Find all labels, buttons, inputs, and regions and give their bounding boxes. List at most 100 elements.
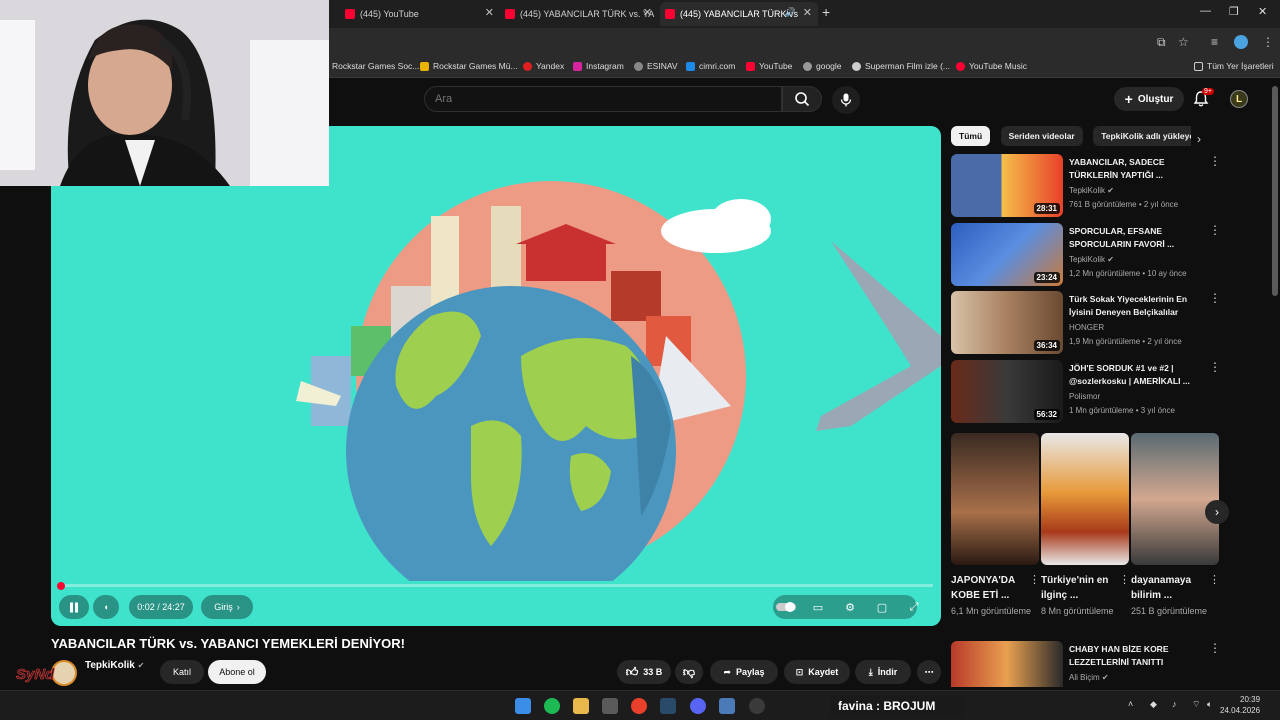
recommendation-item[interactable]: 56:32 JÖH'E SORDUK #1 ve #2 | @sozlerkos… <box>951 360 1226 424</box>
join-button[interactable]: Katıl <box>160 660 204 684</box>
recommendation-item[interactable]: 23:24 SPORCULAR, EFSANE SPORCULARIN FAVO… <box>951 223 1226 287</box>
progress-handle[interactable] <box>57 582 65 590</box>
browser-tab-youtube[interactable]: (445) YouTube ✕ <box>340 2 500 26</box>
short-title[interactable]: JAPONYA'DA KOBE ETİ ... <box>951 573 1029 603</box>
profile-icon[interactable] <box>1234 35 1248 49</box>
theater-mode-icon[interactable]: ▢ <box>871 596 893 618</box>
short-item[interactable]: Türkiye'nin en ilginç ... 8 Mn görüntüle… <box>1041 433 1130 618</box>
channel-avatar[interactable] <box>51 660 77 686</box>
recommendation-item[interactable]: 36:34 Türk Sokak Yiyeceklerinin En İyisi… <box>951 291 1226 355</box>
speaker-tray-icon[interactable]: 🔈︎ <box>1207 699 1212 710</box>
close-tab-icon[interactable]: ✕ <box>643 6 652 19</box>
channel-name[interactable]: Polismor <box>1069 392 1100 401</box>
bookmark-item[interactable]: Instagram <box>573 61 624 71</box>
speaker-icon[interactable]: 🔊 <box>785 7 796 18</box>
steam-icon[interactable] <box>660 698 676 714</box>
search-input[interactable] <box>425 87 781 111</box>
subscribe-button[interactable]: Abone ol <box>208 660 266 684</box>
page-scrollbar[interactable] <box>1272 86 1278 296</box>
close-window-icon[interactable]: ✕ <box>1258 5 1267 18</box>
video-title[interactable]: YABANCILAR, SADECE TÜRKLERİN YAPTIĞI ... <box>1069 156 1197 182</box>
chrome-icon[interactable] <box>631 698 647 714</box>
like-button[interactable]: 👍︎ 33 B <box>617 660 671 684</box>
bookmark-item[interactable]: Superman Film izle (... <box>852 61 950 71</box>
recommendation-item[interactable]: CHABY HAN BİZE KORE LEZZETLERİNİ TANITTI… <box>951 641 1226 687</box>
download-button[interactable]: ⤓ İndir <box>855 660 911 684</box>
bookmark-item[interactable]: YouTube Music <box>956 61 1027 71</box>
chevron-up-icon[interactable]: ˄ <box>1128 699 1133 709</box>
bookmark-item[interactable]: YouTube <box>746 61 792 71</box>
close-tab-icon[interactable]: ✕ <box>485 6 494 19</box>
video-title[interactable]: Türk Sokak Yiyeceklerinin En İyisini Den… <box>1069 293 1197 319</box>
video-thumbnail[interactable]: 36:34 <box>951 291 1063 354</box>
fullscreen-icon[interactable]: ⤢ <box>903 596 925 618</box>
all-bookmarks[interactable]: Tüm Yer İşaretleri <box>1194 61 1274 71</box>
new-tab-icon[interactable]: + <box>822 4 830 20</box>
account-avatar[interactable]: L <box>1230 90 1248 108</box>
chip-series[interactable]: Seriden videolar <box>1000 126 1083 146</box>
recommendation-item[interactable]: 28:31 YABANCILAR, SADECE TÜRKLERİN YAPTI… <box>951 154 1226 218</box>
star-icon[interactable]: ☆ <box>1178 35 1189 49</box>
more-vertical-icon[interactable]: ⋮ <box>1119 573 1130 586</box>
settings-gear-icon[interactable]: ⚙ <box>839 596 861 618</box>
chip-uploader[interactable]: TepkiKolik adlı yükleyen <box>1093 126 1191 146</box>
network-icon[interactable]: ◆ <box>1150 699 1157 710</box>
video-title[interactable]: JÖH'E SORDUK #1 ve #2 | @sozlerkosku | A… <box>1069 362 1197 388</box>
mic-tray-icon[interactable]: ♪ <box>1172 699 1177 709</box>
save-button[interactable]: ⊡ Kaydet <box>784 660 850 684</box>
queue-icon[interactable]: ≡ <box>1211 35 1218 49</box>
more-vertical-icon[interactable]: ⋮ <box>1209 154 1221 168</box>
bookmark-item[interactable]: cimri.com <box>686 61 735 71</box>
bookmark-item[interactable]: google <box>803 61 842 71</box>
more-vertical-icon[interactable]: ⋮ <box>1209 360 1221 374</box>
video-player[interactable]: ◖ 0:02 / 24:27 Giriş › ▭ ⚙ ▢ ⤢ <box>51 126 941 626</box>
channel-name[interactable]: Ali Biçim ✔ <box>1069 673 1109 682</box>
more-vertical-icon[interactable]: ⋮ <box>1029 573 1040 586</box>
menu-icon[interactable]: ⋮ <box>1262 35 1274 49</box>
voice-search-button[interactable] <box>832 86 860 114</box>
bookmark-item[interactable]: Rockstar Games Mü... <box>420 61 518 71</box>
channel-name[interactable]: TepkiKolik ✔ <box>1069 186 1114 195</box>
chevron-right-icon[interactable]: › <box>1197 132 1201 146</box>
share-button[interactable]: ➦ Paylaş <box>710 660 778 684</box>
bookmark-item[interactable]: ESINAV <box>634 61 678 71</box>
restore-icon[interactable]: ❐ <box>1229 5 1239 18</box>
video-thumbnail[interactable] <box>951 641 1063 687</box>
spotify-icon[interactable] <box>544 698 560 714</box>
autoplay-toggle[interactable] <box>775 596 797 618</box>
short-item[interactable]: JAPONYA'DA KOBE ETİ ... 6,1 Mn görüntüle… <box>951 433 1040 618</box>
subtitles-icon[interactable]: ▭ <box>807 596 829 618</box>
more-vertical-icon[interactable]: ⋮ <box>1209 223 1221 237</box>
short-thumbnail[interactable] <box>951 433 1039 565</box>
video-thumbnail[interactable]: 28:31 <box>951 154 1063 217</box>
chip-all[interactable]: Tümü <box>951 126 991 146</box>
short-thumbnail[interactable] <box>1041 433 1129 565</box>
video-thumbnail[interactable]: 56:32 <box>951 360 1063 423</box>
file-explorer-icon[interactable] <box>573 698 589 714</box>
minimize-icon[interactable]: — <box>1200 5 1211 17</box>
video-title[interactable]: CHABY HAN BİZE KORE LEZZETLERİNİ TANITTI <box>1069 643 1197 669</box>
short-thumbnail[interactable] <box>1131 433 1219 565</box>
system-clock[interactable]: 20:39 24.04.2026 <box>1220 694 1260 716</box>
short-title[interactable]: dayanamaya bilirim ... <box>1131 573 1209 603</box>
channel-name[interactable]: TepkiKolik ✔ <box>85 660 144 671</box>
browser-tab-active[interactable]: (445) YABANCILAR TÜRK vs 🔊 ✕ <box>660 2 818 26</box>
more-actions-button[interactable]: ⋯ <box>917 660 941 684</box>
shorts-next-button[interactable]: › <box>1205 500 1229 524</box>
obs-icon[interactable] <box>749 698 765 714</box>
pause-button[interactable] <box>59 595 89 619</box>
browser-tab-video[interactable]: (445) YABANCILAR TÜRK vs. YA ✕ <box>500 2 658 26</box>
dislike-button[interactable]: 👎︎ <box>675 660 703 684</box>
store-icon[interactable] <box>602 698 618 714</box>
more-vertical-icon[interactable]: ⋮ <box>1209 291 1221 305</box>
bookmark-item[interactable]: Rockstar Games Soc... <box>332 61 419 71</box>
progress-bar[interactable] <box>59 584 933 587</box>
wifi-icon[interactable]: ⌔ <box>1192 699 1200 710</box>
channel-name[interactable]: TepkiKolik ✔ <box>1069 255 1114 264</box>
search-button[interactable] <box>782 86 822 112</box>
app-icon[interactable] <box>719 698 735 714</box>
search-box[interactable] <box>424 86 782 112</box>
chapter-button[interactable]: Giriş › <box>201 595 253 619</box>
close-tab-icon[interactable]: ✕ <box>803 6 812 19</box>
video-thumbnail[interactable]: 23:24 <box>951 223 1063 286</box>
